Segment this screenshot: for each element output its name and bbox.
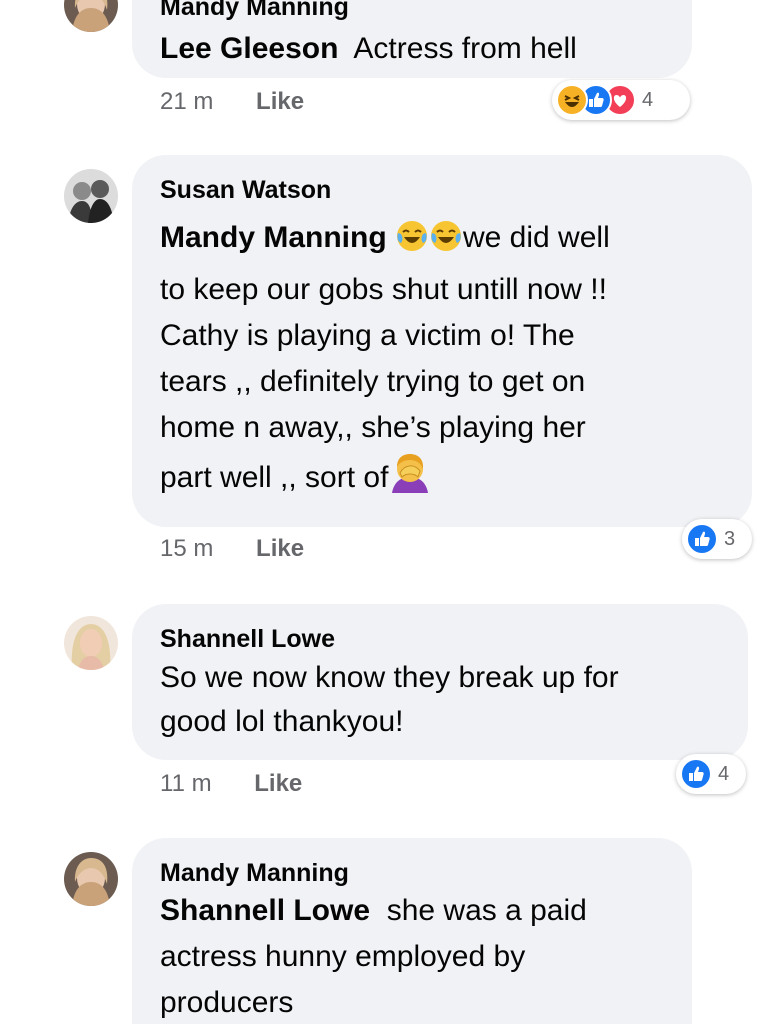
comment-1-time[interactable]: 21 m [160, 88, 213, 115]
avatar-susan-watson[interactable] [64, 169, 118, 223]
woman-facepalming-emoji [388, 451, 432, 507]
avatar-shannell-lowe[interactable] [64, 616, 118, 670]
comment-3-reaction-count: 4 [718, 762, 730, 785]
like-reaction-icon [686, 523, 718, 555]
comment-3-text: So we now know they break up for good lo… [160, 656, 720, 744]
comment-2-line-1: we did well [463, 221, 610, 254]
comment-4-bubble: Mandy Manning Shannell Lowe she was a pa… [132, 838, 692, 1024]
comment-2-reaction-count: 3 [724, 527, 736, 550]
comment-3-line-2: good lol thankyou! [160, 705, 404, 738]
comment-3-reactions[interactable]: 4 [676, 754, 746, 794]
comment-4: Mandy Manning Shannell Lowe she was a pa… [0, 838, 768, 1024]
comment-1-mention[interactable]: Lee Gleeson [160, 32, 338, 65]
like-reaction-icon [680, 758, 712, 790]
tears-of-joy-emoji [395, 219, 429, 267]
comment-1-body: Actress from hell [353, 32, 577, 65]
comment-1-author[interactable]: Mandy Manning [160, 0, 664, 22]
comment-2-text: Mandy Manning we did well to keep our go… [160, 215, 724, 507]
comment-2-reactions[interactable]: 3 [682, 519, 752, 559]
comment-3-author[interactable]: Shannell Lowe [160, 624, 720, 654]
comment-3-bubble: Shannell Lowe So we now know they break … [132, 604, 748, 760]
comment-2-bubble: Susan Watson Mandy Manning we did well t… [132, 155, 752, 527]
comment-1-meta: 21 m Like [160, 88, 304, 116]
comment-3-time[interactable]: 11 m [160, 770, 212, 797]
comment-1-reactions[interactable]: 4 [552, 80, 690, 120]
avatar-mandy-manning[interactable] [64, 0, 118, 32]
comment-4-text: Shannell Lowe she was a paid actress hun… [160, 888, 664, 1024]
comment-1-reaction-count: 4 [642, 88, 654, 111]
comment-1-text: Lee Gleeson Actress from hell [160, 26, 664, 72]
comment-4-author[interactable]: Mandy Manning [160, 858, 664, 888]
comment-thread: Mandy Manning Lee Gleeson Actress from h… [0, 0, 768, 1024]
comment-4-mention[interactable]: Shannell Lowe [160, 894, 370, 927]
comment-1-like-button[interactable]: Like [256, 88, 304, 115]
comment-3: Shannell Lowe So we now know they break … [0, 604, 768, 814]
tears-of-joy-emoji [429, 219, 463, 267]
comment-2-mention[interactable]: Mandy Manning [160, 221, 387, 254]
comment-4-line-3: producers [160, 986, 294, 1019]
comment-2-time[interactable]: 15 m [160, 535, 213, 562]
comment-3-line-1: So we now know they break up for [160, 661, 619, 694]
comment-2-line-4: tears ,, definitely trying to get on [160, 365, 586, 398]
comment-2-line-3: Cathy is playing a victim o! The [160, 319, 575, 352]
comment-3-meta: 11 m Like [160, 770, 302, 798]
comment-1-bubble: Mandy Manning Lee Gleeson Actress from h… [132, 0, 692, 78]
comment-2-line-5: home n away,, she’s playing her [160, 411, 586, 444]
avatar-mandy-manning[interactable] [64, 852, 118, 906]
comment-1: Mandy Manning Lee Gleeson Actress from h… [0, 0, 768, 130]
comment-2-line-6: part well ,, sort of [160, 461, 389, 494]
comment-2-line-2: to keep our gobs shut untill now !! [160, 273, 607, 306]
comment-3-like-button[interactable]: Like [254, 770, 302, 797]
comment-2-meta: 15 m Like [160, 535, 304, 563]
comment-4-line-1: she was a paid [386, 894, 587, 927]
comment-4-line-2: actress hunny employed by [160, 940, 526, 973]
comment-2: Susan Watson Mandy Manning we did well t… [0, 155, 768, 575]
haha-reaction-icon [556, 84, 588, 116]
comment-2-like-button[interactable]: Like [256, 535, 304, 562]
comment-2-author[interactable]: Susan Watson [160, 175, 724, 205]
